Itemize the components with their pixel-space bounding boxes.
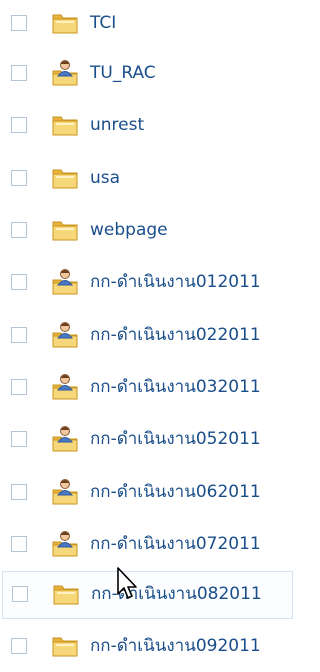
item-name-link[interactable]: กก-ดำเนินงาน012011 — [90, 260, 261, 304]
row-checkbox[interactable] — [11, 536, 27, 552]
shared-folder-icon — [50, 321, 80, 349]
row-checkbox[interactable] — [11, 65, 27, 81]
list-item[interactable]: TCI — [2, 1, 293, 49]
row-checkbox[interactable] — [11, 379, 27, 395]
row-checkbox[interactable] — [11, 484, 27, 500]
list-item[interactable]: usa — [2, 156, 293, 204]
list-item[interactable]: กก-ดำเนินงาน012011 — [2, 260, 293, 308]
row-checkbox[interactable] — [11, 431, 27, 447]
item-name-link[interactable]: กก-ดำเนินงาน032011 — [90, 365, 261, 409]
item-name-link[interactable]: TCI — [90, 1, 116, 45]
list-item[interactable]: กก-ดำเนินงาน022011 — [2, 313, 293, 361]
row-checkbox[interactable] — [11, 222, 27, 238]
list-item[interactable]: unrest — [2, 103, 293, 151]
item-name-link[interactable]: กก-ดำเนินงาน072011 — [90, 522, 261, 566]
item-name-link[interactable]: กก-ดำเนินงาน082011 — [91, 572, 262, 616]
item-name-link[interactable]: กก-ดำเนินงาน052011 — [90, 417, 261, 461]
shared-folder-icon — [50, 373, 80, 401]
list-item[interactable]: TU_RAC — [2, 51, 293, 99]
list-item[interactable]: กก-ดำเนินงาน052011 — [2, 417, 293, 465]
item-name-link[interactable]: webpage — [90, 208, 168, 252]
shared-folder-icon — [50, 478, 80, 506]
folder-icon — [50, 632, 80, 660]
folder-icon — [50, 164, 80, 192]
row-checkbox[interactable] — [11, 638, 27, 654]
row-checkbox[interactable] — [12, 586, 28, 602]
list-item[interactable]: กก-ดำเนินงาน062011 — [2, 470, 293, 518]
row-checkbox[interactable] — [11, 117, 27, 133]
item-name-link[interactable]: กก-ดำเนินงาน022011 — [90, 313, 261, 357]
row-checkbox[interactable] — [11, 327, 27, 343]
row-checkbox[interactable] — [11, 15, 27, 31]
folder-icon — [50, 216, 80, 244]
list-item[interactable]: กก-ดำเนินงาน032011 — [2, 365, 293, 413]
folder-icon — [50, 9, 80, 37]
list-item[interactable]: กก-ดำเนินงาน072011 — [2, 522, 293, 570]
shared-folder-icon — [50, 425, 80, 453]
list-item[interactable]: กก-ดำเนินงาน092011 — [2, 624, 293, 672]
list-item[interactable]: webpage — [2, 208, 293, 256]
item-name-link[interactable]: usa — [90, 156, 120, 200]
item-name-link[interactable]: TU_RAC — [90, 51, 156, 95]
folder-icon — [50, 111, 80, 139]
folder-icon — [51, 580, 81, 608]
item-name-link[interactable]: กก-ดำเนินงาน062011 — [90, 470, 261, 514]
row-checkbox[interactable] — [11, 170, 27, 186]
item-name-link[interactable]: กก-ดำเนินงาน092011 — [90, 624, 261, 668]
file-list: TCI TU_RACunrest usa webpage กก-ดำเนินงาน012… — [0, 0, 295, 659]
item-name-link[interactable]: unrest — [90, 103, 144, 147]
shared-folder-icon — [50, 59, 80, 87]
shared-folder-icon — [50, 268, 80, 296]
shared-folder-icon — [50, 530, 80, 558]
list-item[interactable]: กก-ดำเนินงาน082011 — [2, 571, 293, 619]
row-checkbox[interactable] — [11, 274, 27, 290]
